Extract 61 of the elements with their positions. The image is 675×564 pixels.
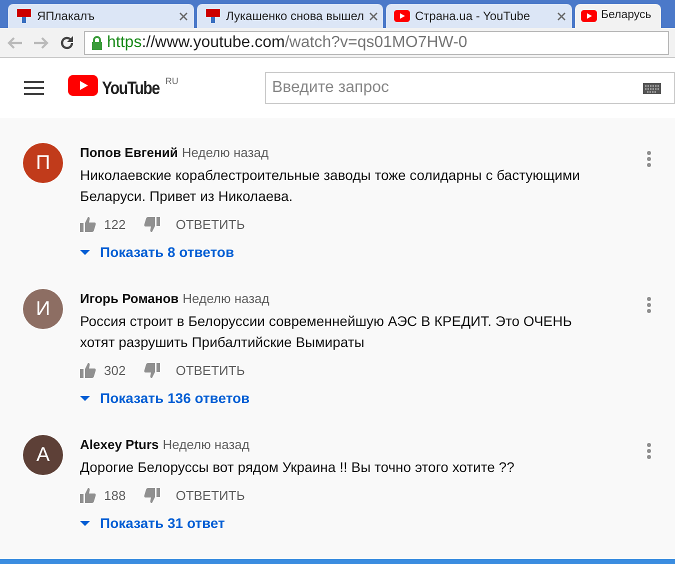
menu-icon[interactable] — [24, 81, 44, 95]
browser-tab[interactable]: Лукашенко снова вышел — [197, 4, 383, 28]
show-replies-link[interactable]: Показать 8 ответов — [80, 242, 234, 263]
lock-icon — [91, 34, 103, 50]
reply-button[interactable]: ОТВЕТИТЬ — [168, 214, 253, 234]
browser-tab[interactable]: ЯПлакалъ — [8, 4, 194, 28]
author-name[interactable]: Игорь Романов — [80, 289, 179, 308]
browser-tab[interactable]: Беларусь — [575, 4, 661, 28]
site-icon — [205, 8, 221, 24]
show-replies-link[interactable]: Показать 136 ответов — [80, 388, 250, 409]
close-icon[interactable] — [179, 12, 188, 20]
caret-icon — [80, 396, 90, 401]
site-icon — [16, 8, 32, 24]
reply-button[interactable]: ОТВЕТИТЬ — [168, 360, 253, 380]
avatar: И — [23, 289, 63, 329]
logo-text: YouTube — [102, 76, 160, 100]
avatar: А — [23, 435, 63, 475]
more-options-icon[interactable] — [647, 297, 651, 313]
comment-text: Дорогие Белоруссы вот рядом Украина !! Вы точно этого хотите ?? — [80, 458, 516, 477]
comment-time[interactable]: Неделю назад — [182, 143, 269, 162]
browser-tab[interactable]: Страна.ua - YouTube — [386, 4, 572, 28]
thumbs-down-icon[interactable] — [144, 216, 160, 232]
caret-icon — [80, 250, 90, 255]
reply-button[interactable]: ОТВЕТИТЬ — [168, 486, 253, 505]
play-icon — [394, 10, 410, 22]
tab-title: ЯПлакалъ — [37, 8, 96, 25]
keyboard-icon[interactable] — [643, 83, 661, 94]
thumbs-up-icon[interactable] — [80, 362, 96, 378]
back-icon[interactable] — [6, 34, 24, 50]
logo[interactable]: YouTube RU — [68, 74, 178, 102]
like-count: 302 — [104, 362, 126, 380]
forward-icon[interactable] — [32, 34, 50, 50]
like-count: 122 — [104, 216, 126, 234]
region-label: RU — [165, 74, 178, 88]
tab-title: Лукашенко снова вышел — [226, 8, 364, 25]
thumbs-down-icon[interactable] — [144, 488, 160, 503]
more-options-icon[interactable] — [647, 443, 651, 459]
play-icon — [581, 10, 597, 22]
avatar: П — [23, 143, 63, 183]
comment-time[interactable]: Неделю назад — [182, 289, 270, 308]
reload-icon[interactable] — [58, 34, 76, 52]
author-name[interactable]: Alexey Pturs — [80, 435, 159, 454]
comment-time[interactable]: Неделю назад — [162, 435, 250, 454]
thumbs-up-icon[interactable] — [80, 488, 96, 503]
more-options-icon[interactable] — [647, 151, 651, 167]
comment-text: Николаевские кораблестроительные заводы тоже солидарны с бастующими Беларуси. Привет из Николаева. — [80, 166, 581, 206]
comment-text: Россия строит в Белоруссии современнейшую АЭС В КРЕДИТ. Это ОЧЕНЬ хотят разрушить Прибалтийские Вымираты — [80, 312, 573, 352]
close-icon[interactable] — [368, 12, 378, 20]
close-icon[interactable] — [557, 12, 566, 20]
play-icon — [68, 74, 98, 96]
search-field[interactable]: Введите запрос — [265, 72, 675, 104]
thumbs-up-icon[interactable] — [80, 216, 96, 232]
thumbs-down-icon[interactable] — [144, 362, 160, 378]
author-name[interactable]: Попов Евгений — [80, 143, 178, 162]
url-text: https://www.youtube.com/watch?v=qs01MO7HW-0 — [107, 32, 468, 52]
show-replies-link[interactable]: Показать 31 ответ — [80, 513, 225, 534]
like-count: 188 — [104, 486, 126, 504]
tab-title: Страна.ua - YouTube — [415, 8, 532, 25]
caret-icon — [80, 521, 90, 526]
address-bar[interactable]: https://www.youtube.com/watch?v=qs01MO7HW-0 — [84, 30, 669, 54]
tab-title: Беларусь — [601, 8, 652, 24]
